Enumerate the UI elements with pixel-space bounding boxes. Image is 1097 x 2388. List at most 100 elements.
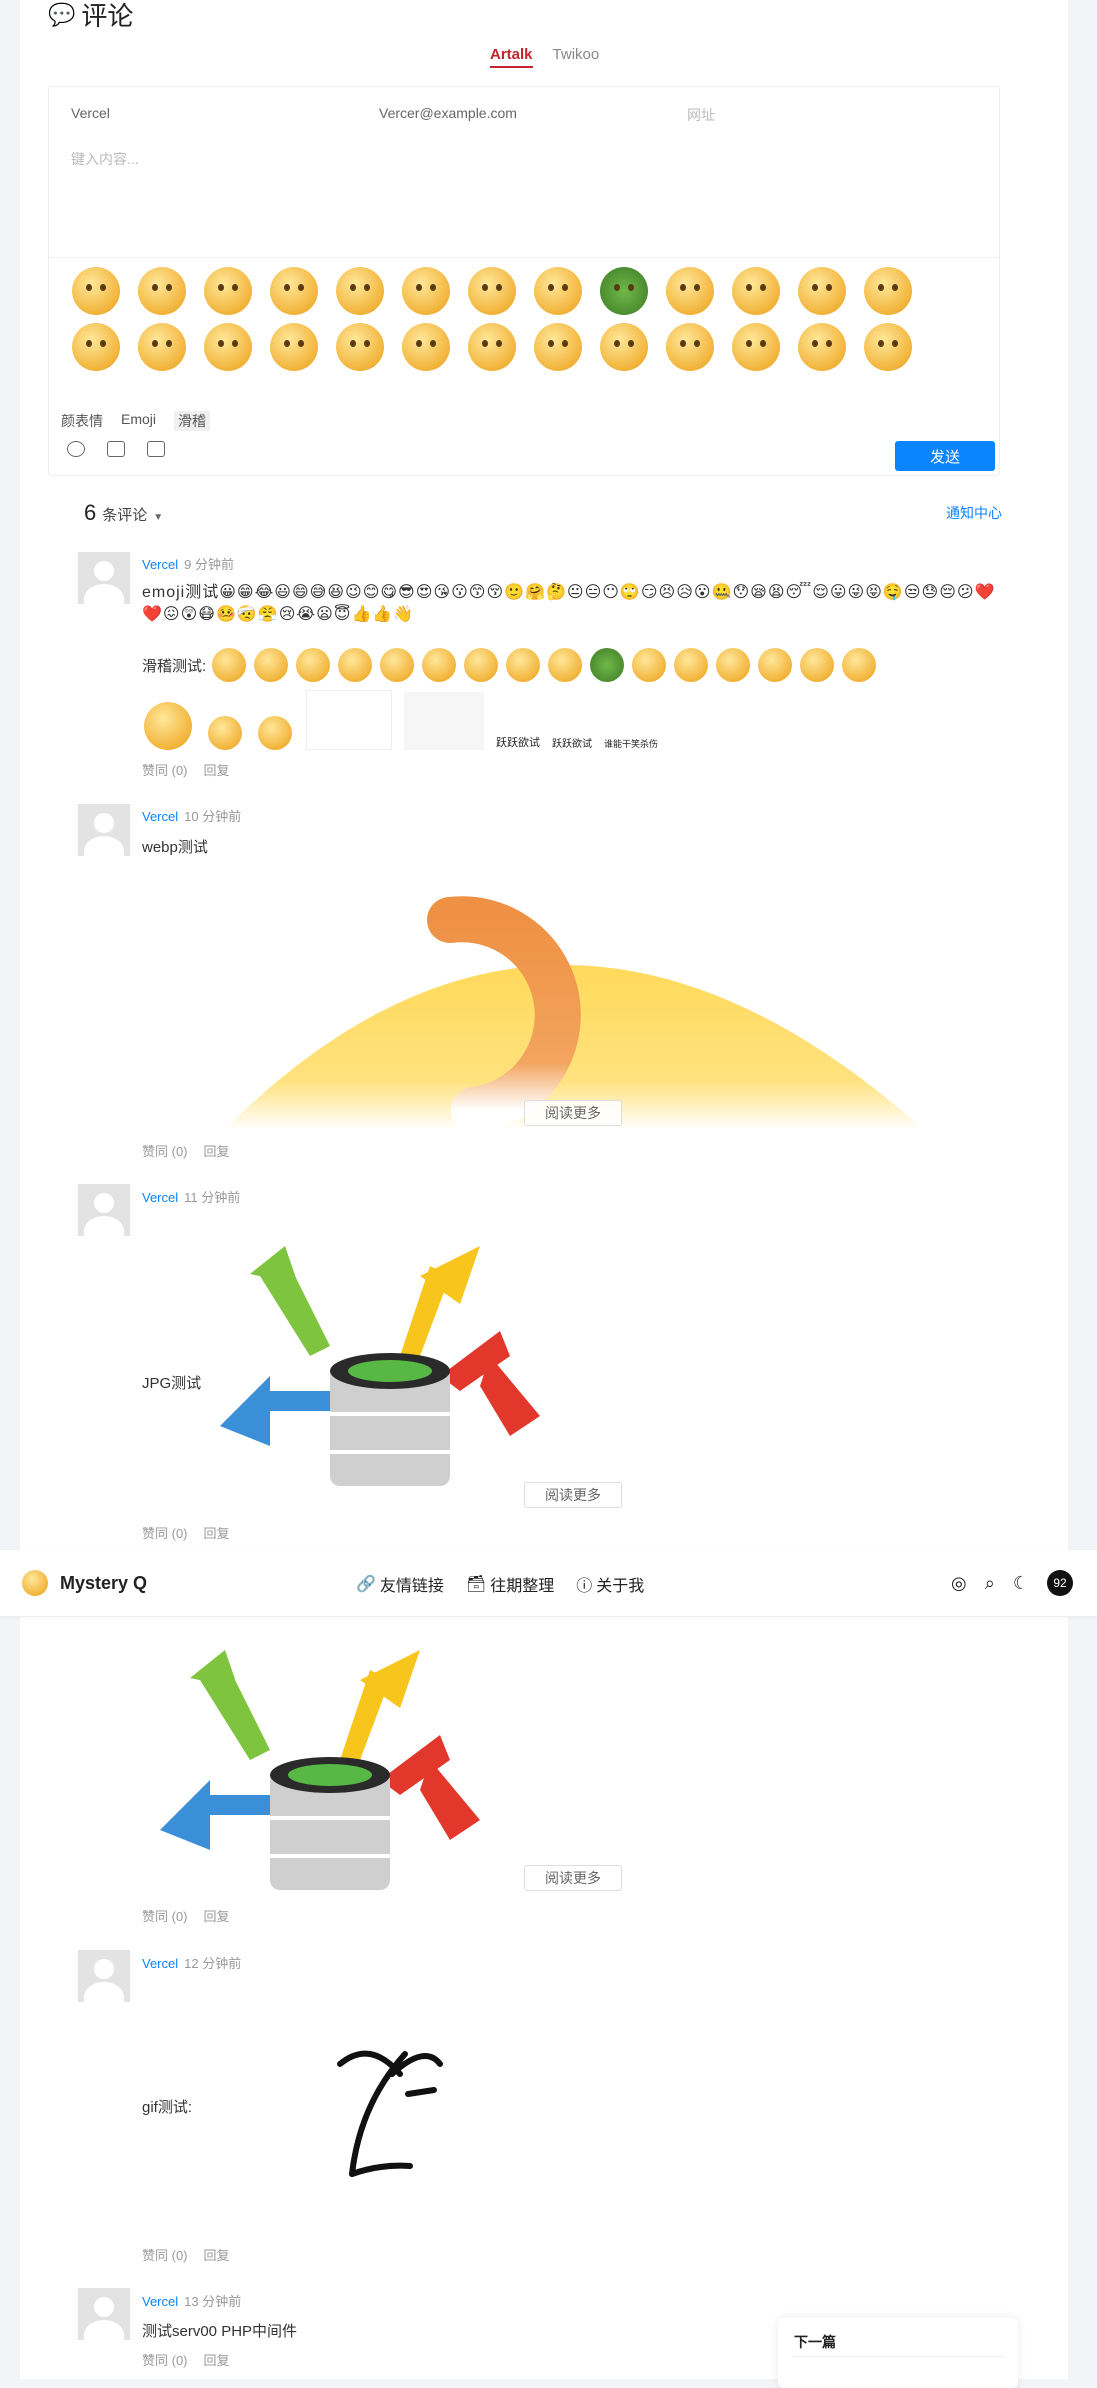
avatar <box>78 1950 130 2002</box>
read-more-button[interactable]: 阅读更多 <box>524 1482 622 1508</box>
read-more-button[interactable]: 阅读更多 <box>524 1100 622 1126</box>
emoticon-tab-kaomoji[interactable]: 颜表情 <box>61 411 103 431</box>
emoticon-item[interactable] <box>204 323 252 371</box>
scroll-progress-badge[interactable]: 92 <box>1047 1570 1073 1596</box>
emoticon-item[interactable] <box>336 267 384 315</box>
emoticon-item[interactable] <box>468 267 516 315</box>
send-button[interactable]: 发送 <box>895 441 995 471</box>
comment-icon: 💬 <box>48 1 76 27</box>
emoticon-item[interactable] <box>72 323 120 371</box>
emoticon-item[interactable] <box>732 267 780 315</box>
tab-twikoo[interactable]: Twikoo <box>553 46 600 68</box>
sticker-image <box>548 648 583 682</box>
reply-button[interactable]: 回复 <box>204 2350 230 2369</box>
emoticon-item[interactable] <box>600 323 648 371</box>
emoticon-item[interactable] <box>402 267 450 315</box>
like-button[interactable]: 赞同 (0) <box>142 2350 188 2369</box>
webp-image <box>224 896 924 1130</box>
content-textarea[interactable]: 键入内容... <box>71 149 139 169</box>
search-icon[interactable]: ⌕ <box>985 1573 995 1594</box>
comment-editor: Vercel Vercer@example.com 网址 键入内容... 颜表情… <box>48 86 1000 476</box>
sticker-image <box>254 648 289 682</box>
huaji-sticker-row-2: 跃跃欲试 跃跃欲试 谁能干笑杀伤 <box>142 690 659 750</box>
emoticon-item[interactable] <box>468 323 516 371</box>
emoticon-item[interactable] <box>798 267 846 315</box>
emoticon-item[interactable] <box>534 323 582 371</box>
sticker-image <box>306 690 392 750</box>
emoticon-item[interactable] <box>270 267 318 315</box>
comment-text: JPG测试 <box>142 1375 202 1392</box>
comment-system-tabs: Artalk Twikoo <box>490 46 599 68</box>
comment-text: gif测试: <box>142 2099 193 2116</box>
emoticon-item[interactable] <box>204 267 252 315</box>
emoticon-item[interactable] <box>600 267 648 315</box>
like-button[interactable]: 赞同 (0) <box>142 2245 188 2264</box>
emoticon-item[interactable] <box>666 323 714 371</box>
emoticon-item[interactable] <box>732 323 780 371</box>
like-button[interactable]: 赞同 (0) <box>142 760 188 779</box>
comment-author[interactable]: Vercel <box>142 557 178 572</box>
comment-author[interactable]: Vercel <box>142 1190 178 1205</box>
emoticon-item[interactable] <box>270 323 318 371</box>
comment-author[interactable]: Vercel <box>142 1956 178 1971</box>
sort-caret-icon[interactable]: ▼ <box>153 512 163 523</box>
reply-button[interactable]: 回复 <box>204 760 230 779</box>
reply-button[interactable]: 回复 <box>204 2245 230 2264</box>
sticker-caption: 谁能干笑杀伤 <box>604 739 659 749</box>
like-button[interactable]: 赞同 (0) <box>142 1906 188 1925</box>
info-icon: ⓘ <box>576 1578 593 1595</box>
preview-icon[interactable] <box>147 441 165 457</box>
like-button[interactable]: 赞同 (0) <box>142 1141 188 1160</box>
emoticon-item[interactable] <box>336 323 384 371</box>
notify-center-link[interactable]: 通知中心 <box>946 503 1002 523</box>
sticker-image <box>590 648 625 682</box>
moon-icon[interactable]: ☾ <box>1013 1573 1029 1594</box>
comment-meta: Vercel 10 分钟前 <box>142 806 241 825</box>
emoticon-item[interactable] <box>402 323 450 371</box>
site-brand[interactable]: Mystery Q <box>22 1570 147 1596</box>
divider <box>49 257 999 258</box>
sticker-image <box>716 648 751 682</box>
emoticon-item[interactable] <box>534 267 582 315</box>
emoticon-item[interactable] <box>798 323 846 371</box>
sticker-image <box>380 648 415 682</box>
url-field[interactable]: 网址 <box>687 105 715 125</box>
tab-artalk[interactable]: Artalk <box>490 46 533 68</box>
comment-count: 6 条评论 ▼ <box>84 500 164 525</box>
emoticon-tab-huaji[interactable]: 滑稽 <box>174 411 211 431</box>
read-more-button[interactable]: 阅读更多 <box>524 1865 622 1891</box>
comment-text: webp测试 <box>142 839 208 856</box>
huaji-sticker-row: 滑稽测试: <box>142 648 878 682</box>
sticker-image <box>632 648 667 682</box>
email-field[interactable]: Vercer@example.com <box>379 105 517 121</box>
name-field[interactable]: Vercel <box>71 105 110 121</box>
emoticon-item[interactable] <box>138 323 186 371</box>
comment-actions: 赞同 (0) 回复 <box>142 2350 230 2369</box>
comment-author[interactable]: Vercel <box>142 2294 178 2309</box>
next-post-card[interactable]: 下一篇 <box>778 2318 1018 2388</box>
reply-button[interactable]: 回复 <box>204 1906 230 1925</box>
emoticon-item[interactable] <box>864 267 912 315</box>
nav-link-about[interactable]: ⓘ 关于我 <box>576 1572 644 1596</box>
nav-link-friends[interactable]: 🔗 友情链接 <box>356 1572 444 1596</box>
podcast-icon[interactable]: ◎ <box>951 1573 967 1594</box>
emoticon-tab-emoji[interactable]: Emoji <box>121 411 156 431</box>
nav-link-archive[interactable]: 🗃 往期整理 <box>466 1572 554 1596</box>
comment-actions: 赞同 (0) 回复 <box>142 760 230 779</box>
like-button[interactable]: 赞同 (0) <box>142 1523 188 1542</box>
comment-time: 11 分钟前 <box>184 1190 241 1205</box>
emoticon-item[interactable] <box>666 267 714 315</box>
comment-actions: 赞同 (0) 回复 <box>142 2245 230 2264</box>
reply-button[interactable]: 回复 <box>204 1141 230 1160</box>
emoji-icon[interactable] <box>67 441 85 457</box>
image-icon[interactable] <box>107 441 125 457</box>
emoticon-item[interactable] <box>138 267 186 315</box>
sticker-caption: 跃跃欲试 <box>552 739 592 750</box>
emoticon-item[interactable] <box>864 323 912 371</box>
reply-button[interactable]: 回复 <box>204 1523 230 1542</box>
emoticon-item[interactable] <box>72 267 120 315</box>
comment-author[interactable]: Vercel <box>142 809 178 824</box>
comment-time: 13 分钟前 <box>184 2294 242 2309</box>
sticker-image <box>674 648 709 682</box>
site-logo <box>22 1570 48 1596</box>
